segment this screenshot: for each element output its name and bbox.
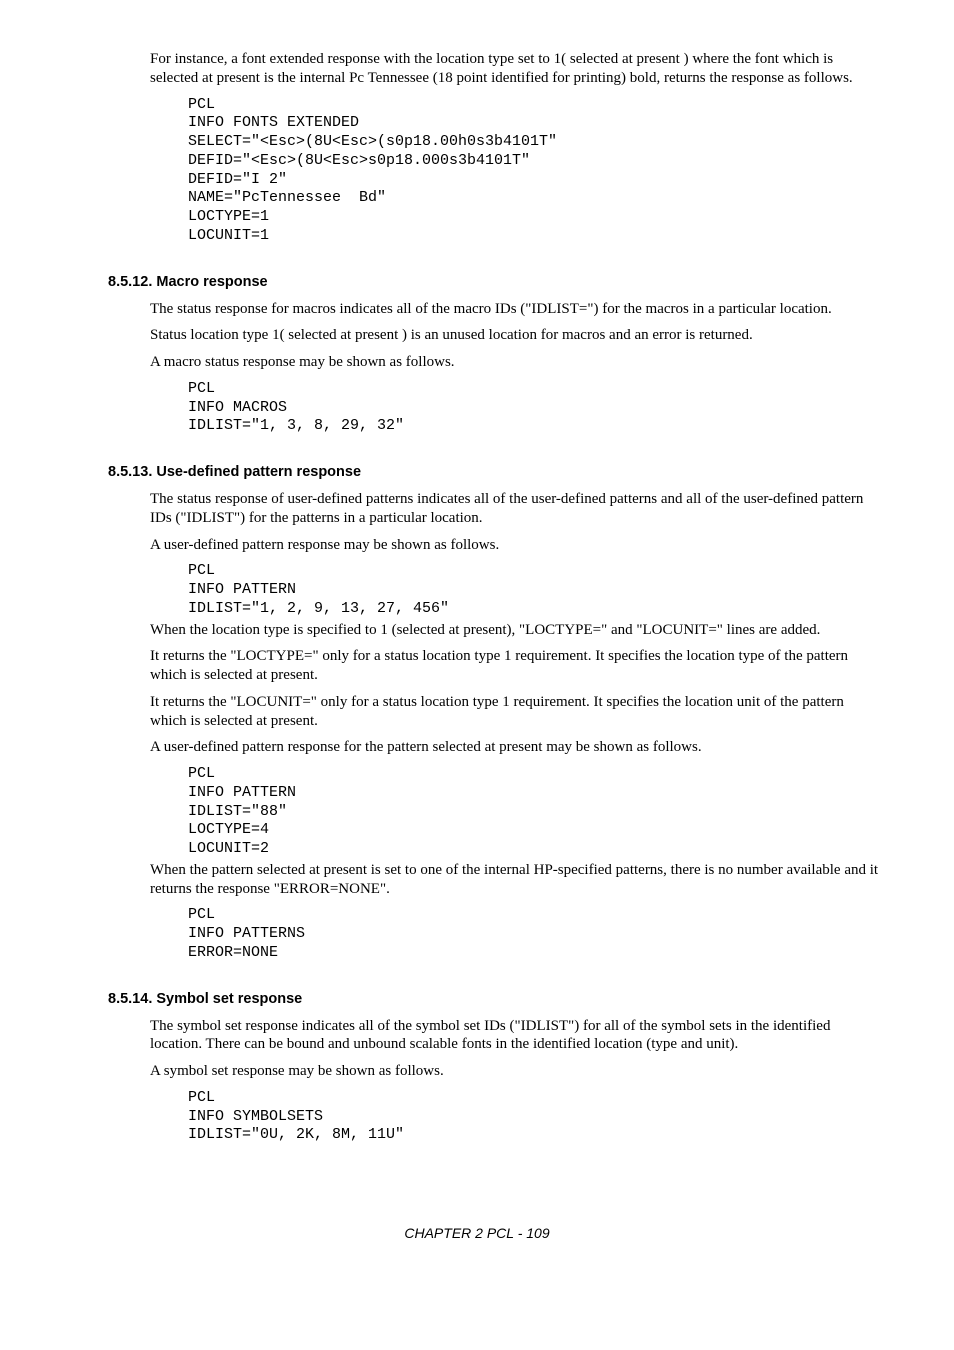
heading-pattern-response: 8.5.13. Use-defined pattern response (108, 464, 884, 480)
page-footer: CHAPTER 2 PCL - 109 (70, 1225, 884, 1241)
code-pattern-2: PCL INFO PATTERN IDLIST="88" LOCTYPE=4 L… (188, 765, 884, 859)
symbol-paragraph-2: A symbol set response may be shown as fo… (150, 1062, 884, 1081)
intro-paragraph: For instance, a font extended response w… (150, 50, 884, 88)
pattern-paragraph-5: It returns the "LOCUNIT=" only for a sta… (150, 693, 884, 731)
pattern-paragraph-3: When the location type is specified to 1… (150, 621, 884, 640)
code-pattern-1: PCL INFO PATTERN IDLIST="1, 2, 9, 13, 27… (188, 562, 884, 618)
code-macro: PCL INFO MACROS IDLIST="1, 3, 8, 29, 32" (188, 380, 884, 436)
pattern-paragraph-4: It returns the "LOCTYPE=" only for a sta… (150, 647, 884, 685)
pattern-paragraph-7: When the pattern selected at present is … (150, 861, 884, 899)
pattern-paragraph-2: A user-defined pattern response may be s… (150, 536, 884, 555)
macro-paragraph-3: A macro status response may be shown as … (150, 353, 884, 372)
macro-paragraph-1: The status response for macros indicates… (150, 300, 884, 319)
heading-symbol-set-response: 8.5.14. Symbol set response (108, 991, 884, 1007)
document-page: For instance, a font extended response w… (0, 0, 954, 1281)
pattern-paragraph-1: The status response of user-defined patt… (150, 490, 884, 528)
heading-macro-response: 8.5.12. Macro response (108, 274, 884, 290)
code-pattern-3: PCL INFO PATTERNS ERROR=NONE (188, 906, 884, 962)
pattern-paragraph-6: A user-defined pattern response for the … (150, 738, 884, 757)
symbol-paragraph-1: The symbol set response indicates all of… (150, 1017, 884, 1055)
code-font-extended: PCL INFO FONTS EXTENDED SELECT="<Esc>(8U… (188, 96, 884, 246)
macro-paragraph-2: Status location type 1( selected at pres… (150, 326, 884, 345)
code-symbol: PCL INFO SYMBOLSETS IDLIST="0U, 2K, 8M, … (188, 1089, 884, 1145)
